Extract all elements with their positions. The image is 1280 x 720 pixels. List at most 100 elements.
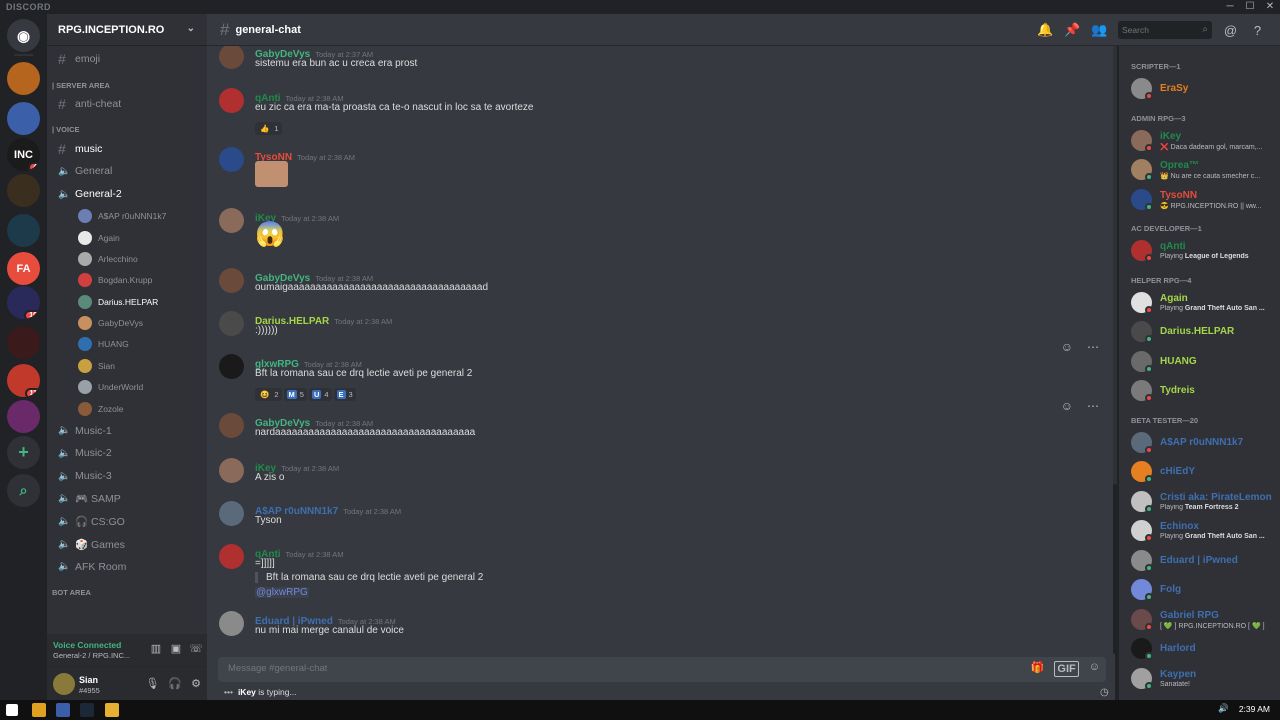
reaction-button[interactable]: U4 [308, 388, 332, 401]
more-options-icon[interactable]: ⋯ [1087, 340, 1099, 354]
server-icon-g9[interactable]: 11 [7, 364, 40, 397]
server-icon-g1[interactable] [7, 62, 40, 95]
server-icon-g8[interactable] [7, 326, 40, 359]
disconnect-icon[interactable]: ☏ [189, 642, 203, 655]
discord-taskbar-icon[interactable] [56, 703, 70, 717]
server-icon-g4[interactable] [7, 174, 40, 207]
avatar[interactable] [219, 88, 244, 113]
user-mention[interactable]: @glxwRPG [255, 587, 309, 598]
voice-user[interactable]: A$AP r0uNNN1k7 [47, 205, 207, 226]
member-item[interactable]: Folg [1131, 575, 1280, 603]
member-item[interactable]: iKey ❌ Daca dadeam gol, marcam,... [1131, 126, 1280, 154]
explore-servers-button[interactable]: ⌕ [7, 474, 40, 507]
channel-anti-cheat[interactable]: # anti-cheat [47, 93, 207, 116]
channel-samp[interactable]: 🔈 🎮 SAMP [47, 487, 207, 510]
signal-icon[interactable]: ▥ [149, 642, 163, 655]
server-icon-g2[interactable] [7, 102, 40, 135]
voice-user[interactable]: GabyDeVys [47, 312, 207, 333]
mention-icon[interactable]: @ [1222, 23, 1239, 38]
microphone-icon[interactable]: 🎙 [145, 677, 159, 690]
headphones-icon[interactable]: 🎧 [168, 677, 182, 690]
add-server-button[interactable]: + [7, 436, 40, 469]
scrollbar-thumb[interactable] [1113, 484, 1117, 654]
reaction-button[interactable]: E3 [333, 388, 356, 401]
emoji-picker-icon[interactable]: ☺ [1089, 661, 1100, 677]
windows-start-icon[interactable] [6, 704, 18, 716]
voice-user[interactable]: Zozole [47, 398, 207, 419]
avatar[interactable] [53, 673, 75, 695]
member-item[interactable]: EraSy [1131, 74, 1280, 102]
more-options-icon[interactable]: ⋯ [1087, 399, 1099, 413]
reaction-button[interactable]: 😆 2 [255, 388, 282, 401]
channel-music-3[interactable]: 🔈 Music-3 [47, 465, 207, 488]
gif-icon[interactable]: GIF [1054, 661, 1079, 677]
chevron-down-icon[interactable]: ⌄ [187, 23, 195, 34]
member-item[interactable]: Darius.HELPAR [1131, 317, 1280, 345]
member-item[interactable]: Harlord [1131, 634, 1280, 662]
category-voice[interactable]: | VOICE [47, 115, 207, 137]
message-composer[interactable]: Message #general-chat 🎁 GIF ☺ [218, 657, 1106, 682]
server-icon-g3[interactable]: INC 4 [7, 138, 40, 171]
voice-user[interactable]: Again [47, 227, 207, 248]
voice-user[interactable]: Sian [47, 355, 207, 376]
voice-user[interactable]: HUANG [47, 334, 207, 355]
folder-icon[interactable] [105, 703, 119, 717]
server-icon-g5[interactable] [7, 214, 40, 247]
channel-music[interactable]: # music [47, 137, 207, 160]
member-item[interactable]: Kaypen Sanatate! [1131, 664, 1280, 692]
message-image[interactable] [255, 161, 288, 187]
member-item[interactable]: A$AP r0uNNN1k7 [1131, 428, 1280, 456]
avatar[interactable] [219, 311, 244, 336]
server-header[interactable]: RPG.INCEPTION.RO ⌄ [47, 14, 207, 46]
avatar[interactable] [219, 354, 244, 379]
channel-music-1[interactable]: 🔈 Music-1 [47, 419, 207, 442]
voice-channel-label[interactable]: General-2 / RPG.INC... [53, 651, 130, 660]
voice-user[interactable]: Bogdan.Krupp [47, 270, 207, 291]
chat-scrollbar[interactable] [1113, 46, 1117, 654]
category-server-area[interactable]: | SERVER AREA [47, 71, 207, 93]
member-item[interactable]: Again Playing Grand Theft Auto San ... [1131, 288, 1280, 316]
clock[interactable]: 2:39 AM [1239, 704, 1270, 714]
voice-user[interactable]: Darius.HELPAR [47, 291, 207, 312]
channel-general[interactable]: 🔈 General [47, 160, 207, 183]
steam-icon[interactable] [80, 703, 94, 717]
gear-icon[interactable]: ⚙ [191, 677, 201, 690]
speaker-icon[interactable]: 🔊 [1218, 703, 1229, 714]
help-icon[interactable]: ? [1249, 23, 1266, 38]
avatar[interactable] [219, 46, 244, 69]
member-item[interactable]: Gabriel RPG[ 💚 ] RPG.INCEPTION.RO [ 💚 ] [1131, 605, 1280, 633]
server-icon-g7[interactable]: 10 [7, 286, 40, 319]
gift-icon[interactable]: 🎁 [1031, 661, 1045, 677]
add-reaction-icon[interactable]: ☺ [1061, 340, 1073, 354]
avatar[interactable] [219, 208, 244, 233]
member-item[interactable]: HUANG [1131, 347, 1280, 375]
member-item[interactable]: Tydreis [1131, 376, 1280, 404]
add-reaction-icon[interactable]: ☺ [1061, 399, 1073, 413]
member-item[interactable]: Eduard | iPwned [1131, 546, 1280, 574]
search-input[interactable]: Search ⌕ [1118, 21, 1212, 39]
member-item[interactable]: Oprea™ 👑 Nu are ce cauta smecher c... [1131, 155, 1280, 183]
avatar[interactable] [219, 501, 244, 526]
server-icon-g6[interactable]: FA [7, 252, 40, 285]
avatar[interactable] [219, 544, 244, 569]
channel-music-2[interactable]: 🔈 Music-2 [47, 442, 207, 465]
channel-afk-room[interactable]: 🔈 AFK Room [47, 555, 207, 578]
bell-icon[interactable]: 🔔 [1037, 22, 1054, 38]
channel-general-2[interactable]: 🔈 General-2 [47, 183, 207, 206]
pin-icon[interactable]: 📌 [1064, 22, 1081, 38]
minimize-button[interactable]: ─ [1220, 0, 1240, 14]
avatar[interactable] [219, 458, 244, 483]
maximize-button[interactable]: ☐ [1240, 0, 1260, 14]
category-bot-area[interactable]: BOT AREA [47, 578, 207, 600]
chrome-icon[interactable] [32, 703, 46, 717]
members-icon[interactable]: 👥 [1091, 22, 1108, 38]
voice-user[interactable]: UnderWorld [47, 377, 207, 398]
member-item[interactable]: cHiEdY [1131, 457, 1280, 485]
member-item[interactable]: TysoNN 😎 RPG.INCEPTION.RO || ww... [1131, 185, 1280, 213]
screenshare-icon[interactable]: ▣ [169, 642, 183, 655]
avatar[interactable] [219, 268, 244, 293]
server-icon-home[interactable]: ◉ [7, 19, 40, 52]
reaction-button[interactable]: 👍 1 [255, 122, 282, 135]
channel-games[interactable]: 🔈 🎲 Games [47, 533, 207, 556]
avatar[interactable] [219, 611, 244, 636]
